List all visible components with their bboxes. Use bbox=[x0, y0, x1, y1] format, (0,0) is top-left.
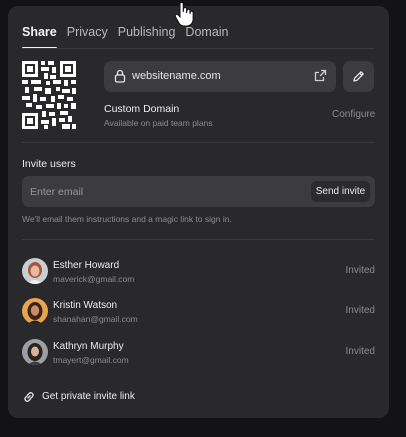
qr-code bbox=[22, 61, 76, 129]
site-url-field[interactable]: websitename.com bbox=[104, 61, 336, 92]
invite-users-label: Invite users bbox=[22, 158, 76, 170]
private-invite-link-label: Get private invite link bbox=[42, 391, 135, 402]
edit-button[interactable] bbox=[343, 61, 374, 92]
status-badge: Invited bbox=[345, 305, 375, 316]
divider bbox=[22, 142, 375, 143]
link-icon bbox=[24, 392, 34, 402]
hand-cursor-icon bbox=[174, 2, 194, 27]
user-row: Kristin Watson shanahan@gmail.com Invite… bbox=[22, 298, 375, 326]
configure-link[interactable]: Configure bbox=[332, 109, 375, 120]
tab-privacy[interactable]: Privacy bbox=[67, 24, 108, 48]
user-email: shanahan@gmail.com bbox=[53, 314, 138, 324]
tab-publishing[interactable]: Publishing bbox=[118, 24, 176, 48]
user-row: Esther Howard maverick@gmail.com Invited bbox=[22, 258, 375, 286]
share-panel: Share Privacy Publishing Domain websiten… bbox=[8, 6, 389, 418]
invite-hint: We'll email them instructions and a magi… bbox=[22, 214, 232, 224]
user-email: tmayert@gmail.com bbox=[53, 355, 129, 365]
custom-domain-title: Custom Domain bbox=[104, 103, 180, 115]
user-name: Esther Howard bbox=[53, 260, 120, 271]
email-field-container: Send invite bbox=[22, 176, 375, 207]
divider bbox=[22, 239, 375, 240]
pencil-icon bbox=[353, 71, 364, 82]
status-badge: Invited bbox=[345, 346, 375, 357]
avatar bbox=[22, 298, 48, 324]
tab-bar: Share Privacy Publishing Domain bbox=[22, 24, 239, 49]
avatar bbox=[22, 258, 48, 284]
user-name: Kristin Watson bbox=[53, 300, 118, 311]
email-field[interactable] bbox=[22, 176, 302, 207]
user-email: maverick@gmail.com bbox=[53, 274, 135, 284]
site-url-text: websitename.com bbox=[132, 70, 221, 82]
avatar bbox=[22, 339, 48, 365]
tab-share[interactable]: Share bbox=[22, 24, 57, 49]
tab-divider bbox=[22, 48, 375, 49]
user-row: Kathryn Murphy tmayert@gmail.com Invited bbox=[22, 339, 375, 367]
custom-domain-subtitle: Available on paid team plans bbox=[104, 118, 213, 128]
send-invite-button[interactable]: Send invite bbox=[311, 181, 370, 202]
user-name: Kathryn Murphy bbox=[53, 341, 124, 352]
lock-icon bbox=[114, 69, 126, 83]
external-link-icon[interactable] bbox=[314, 69, 327, 82]
status-badge: Invited bbox=[345, 265, 375, 276]
